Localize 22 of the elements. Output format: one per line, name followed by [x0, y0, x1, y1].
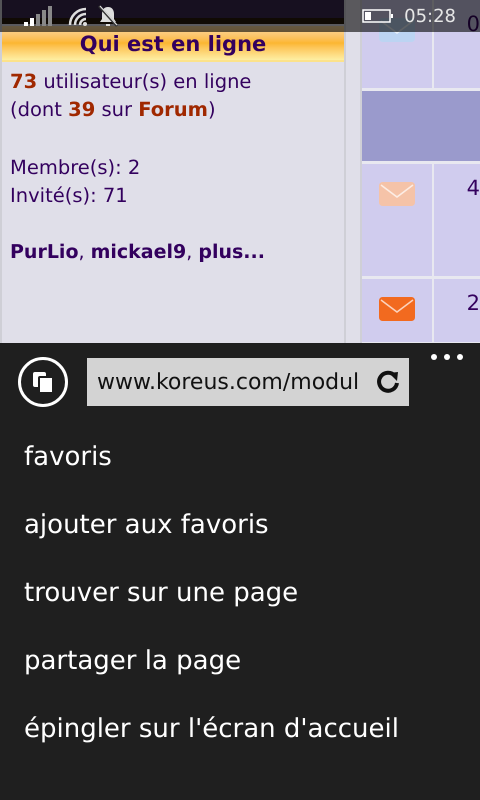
tabs-button[interactable] [18, 357, 68, 407]
address-field[interactable]: www.koreus.com/modul [87, 358, 409, 406]
bell-off-icon [98, 5, 118, 27]
online-summary: 73 utilisateur(s) en ligne (dont 39 sur Forum) [10, 69, 252, 123]
menu-item[interactable]: épingler sur l'écran d'accueil [24, 711, 480, 747]
signal-icon [24, 6, 54, 26]
more-icon[interactable] [430, 353, 464, 361]
refresh-icon[interactable] [375, 369, 401, 395]
menu-item[interactable]: favoris [24, 439, 480, 475]
wifi-icon [66, 5, 88, 27]
menu-item[interactable]: trouver sur une page [24, 575, 480, 611]
menu-item[interactable]: partager la page [24, 643, 480, 679]
online-members: PurLio, mickael9, plus... [9, 240, 266, 265]
tabs-icon [31, 370, 55, 394]
count-cell: 2 [434, 279, 480, 342]
guests-count: Invité(s): 71 [9, 183, 129, 209]
menu-item[interactable]: ajouter aux favoris [24, 507, 480, 543]
members-count: Membre(s): 2 [9, 155, 142, 181]
battery-icon [362, 9, 394, 23]
panel-title: Qui est en ligne [2, 26, 344, 62]
count-cell: 4 [434, 164, 480, 276]
status-time: 05:28 [404, 4, 456, 28]
